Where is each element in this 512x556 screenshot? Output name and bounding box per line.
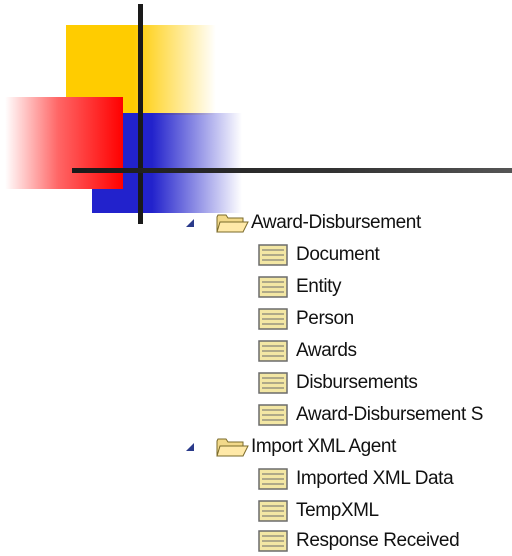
tree-item-entity[interactable]: Entity [258,272,342,302]
tree-item-label: Awards [296,340,357,361]
tree-item-label: Document [296,244,380,265]
tree-item-label: Imported XML Data [296,468,454,489]
table-icon [258,500,288,522]
table-icon [258,340,288,362]
tree-item-label: TempXML [296,500,379,521]
table-icon [258,372,288,394]
tree-folder-import-xml-agent[interactable]: Import XML Agent [183,432,396,462]
table-icon [258,308,288,330]
tree-item-label: Disbursements [296,372,418,393]
tree-item-person[interactable]: Person [258,304,354,334]
table-icon [258,276,288,298]
tree-folder-award-disbursement[interactable]: Award-Disbursement [183,208,421,238]
tree-item-imported-xml-data[interactable]: Imported XML Data [258,464,454,494]
tree-item-label: Person [296,308,354,329]
table-icon [258,468,288,490]
tree-item-document[interactable]: Document [258,240,380,270]
table-icon [258,530,288,552]
tree-item-awards[interactable]: Awards [258,336,357,366]
tree-folder-label: Award-Disbursement [251,212,421,233]
open-folder-icon [215,211,249,235]
tree-item-response-received[interactable]: Response Received [258,526,460,556]
tree-item-label: Entity [296,276,342,297]
navigation-tree: Award-Disbursement Document Entity Perso… [0,0,512,556]
tree-folder-label: Import XML Agent [251,436,396,457]
tree-item-disbursements[interactable]: Disbursements [258,368,418,398]
tree-item-tempxml[interactable]: TempXML [258,496,379,526]
table-icon [258,404,288,426]
expanded-arrow-icon[interactable] [183,440,197,454]
expanded-arrow-icon[interactable] [183,216,197,230]
open-folder-icon [215,435,249,459]
tree-item-label: Response Received [296,530,460,551]
tree-item-label: Award-Disbursement S [296,404,484,425]
tree-item-award-disbursement-s[interactable]: Award-Disbursement S [258,400,483,430]
table-icon [258,244,288,266]
